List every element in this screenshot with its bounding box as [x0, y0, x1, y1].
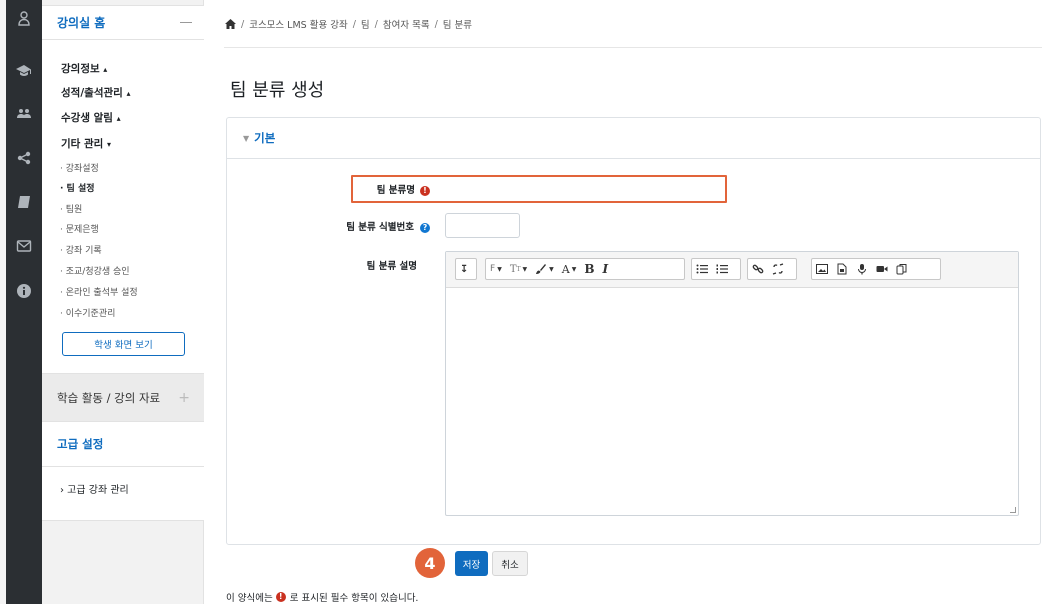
sidebar-item-course-settings[interactable]: · 강좌설정: [60, 161, 99, 174]
sidebar-item-team-settings[interactable]: · 팀 설정: [60, 181, 95, 194]
grouping-idnumber-label: 팀 분류 식별번호?: [280, 219, 430, 233]
media-file-icon[interactable]: [832, 259, 852, 279]
step-badge: 4: [415, 548, 445, 578]
breadcrumb-separator: /: [241, 18, 245, 30]
toolbar-toggle-icon[interactable]: ↧: [456, 259, 472, 279]
toolbar-group-style: F ▼ T T ▼ ▼ A ▼ B I: [485, 258, 685, 280]
menu-group-other[interactable]: 기타 관리 ▾: [61, 136, 111, 151]
toolbar-group-media: [811, 258, 941, 280]
unlink-icon[interactable]: [768, 259, 788, 279]
required-note-text-before: 이 양식에는: [226, 593, 273, 604]
fieldset-legend: 기본: [254, 131, 276, 145]
menu-group-notifications[interactable]: 수강생 알림 ▴: [61, 110, 121, 125]
mail-icon[interactable]: [12, 234, 36, 258]
collapse-icon[interactable]: [180, 22, 192, 23]
divider: [224, 47, 1042, 48]
fieldset-toggle[interactable]: ▼ 기본: [227, 118, 1040, 159]
menu-group-grades[interactable]: 성적/출석관리 ▴: [61, 85, 130, 100]
grouping-idnumber-label-text: 팀 분류 식별번호: [346, 222, 414, 233]
plus-icon[interactable]: +: [178, 390, 190, 406]
breadcrumb-team[interactable]: 팀: [361, 17, 370, 31]
home-icon[interactable]: [225, 19, 236, 29]
users-icon[interactable]: [12, 102, 36, 126]
required-fields-note: 이 양식에는 ! 로 표시된 필수 항목이 있습니다.: [226, 590, 418, 604]
icon-rail: [0, 0, 42, 604]
breadcrumb-groupings[interactable]: 팀 분류: [443, 17, 472, 31]
save-button[interactable]: 저장: [455, 551, 488, 576]
section-activities[interactable]: 학습 활동 / 강의 자료 +: [42, 374, 204, 422]
editor-toolbar: ↧ F ▼ T T ▼ ▼ A ▼ B I: [446, 252, 1018, 288]
breadcrumb: / 코스모스 LMS 활용 강좌 / 팀 / 참여자 목록 / 팀 분류: [225, 17, 472, 31]
italic-icon[interactable]: I: [598, 259, 612, 279]
sidebar-item-team-members[interactable]: · 팀원: [60, 202, 82, 215]
graduation-cap-icon[interactable]: [12, 58, 36, 82]
cancel-button[interactable]: 취소: [492, 551, 528, 576]
section-advanced-label[interactable]: 고급 설정: [57, 436, 103, 452]
sidebar-item-attendance-settings[interactable]: · 온라인 출석부 설정: [60, 285, 138, 298]
toolbar-group-lists: [691, 258, 741, 280]
rich-text-editor: ↧ F ▼ T T ▼ ▼ A ▼ B I: [445, 251, 1019, 516]
bullet-list-icon[interactable]: [692, 259, 712, 279]
share-icon[interactable]: [12, 146, 36, 170]
sidebar-header: 강의실 홈: [42, 5, 204, 40]
breadcrumb-separator: /: [434, 18, 438, 30]
required-icon: !: [275, 592, 286, 602]
required-note-text-after: 로 표시된 필수 항목이 있습니다.: [289, 593, 419, 604]
page-title: 팀 분류 생성: [230, 80, 325, 101]
breadcrumb-separator: /: [374, 18, 378, 30]
user-icon[interactable]: [12, 6, 36, 30]
font-family-icon[interactable]: F ▼: [486, 259, 506, 279]
grouping-idnumber-input[interactable]: [445, 213, 520, 238]
course-sidebar: 강의실 홈 강의정보 ▴ 성적/출석관리 ▴ 수강생 알림 ▴ 기타 관리 ▾ …: [42, 0, 204, 604]
breadcrumb-course[interactable]: 코스모스 LMS 활용 강좌: [249, 17, 348, 31]
copy-icon[interactable]: [892, 259, 912, 279]
sidebar-item-question-bank[interactable]: · 문제은행: [60, 222, 99, 235]
numbered-list-icon[interactable]: [712, 259, 732, 279]
image-icon[interactable]: [812, 259, 832, 279]
help-icon[interactable]: ?: [420, 222, 430, 233]
editor-content-area[interactable]: [446, 288, 1018, 515]
sidebar-item-approvals[interactable]: · 조교/청강생 승인: [60, 264, 130, 277]
video-camera-icon[interactable]: [872, 259, 892, 279]
sidebar-item-advanced-course[interactable]: › 고급 강좌 관리: [42, 467, 204, 521]
font-color-icon[interactable]: A ▼: [558, 259, 581, 279]
bold-icon[interactable]: B: [580, 259, 598, 279]
microphone-icon[interactable]: [852, 259, 872, 279]
collapse-triangle-icon: ▼: [243, 133, 250, 143]
course-home-link[interactable]: 강의실 홈: [57, 14, 180, 31]
grouping-description-label: 팀 분류 설명: [366, 261, 417, 272]
sidebar-item-course-logs[interactable]: · 강좌 기록: [60, 243, 102, 256]
sidebar-item-completion[interactable]: · 이수기준관리: [60, 306, 115, 319]
section-activities-label: 학습 활동 / 강의 자료: [57, 390, 161, 405]
breadcrumb-separator: /: [352, 18, 356, 30]
brush-icon[interactable]: ▼: [531, 259, 558, 279]
info-icon[interactable]: [12, 279, 36, 303]
section-advanced: 고급 설정: [42, 422, 204, 467]
breadcrumb-participants[interactable]: 참여자 목록: [383, 17, 430, 31]
font-size-icon[interactable]: T T ▼: [506, 259, 531, 279]
book-icon[interactable]: [12, 190, 36, 214]
toolbar-group-links: [747, 258, 797, 280]
link-icon[interactable]: [748, 259, 768, 279]
resize-handle[interactable]: [1010, 507, 1016, 513]
sidebar-menu: 강의정보 ▴ 성적/출석관리 ▴ 수강생 알림 ▴ 기타 관리 ▾ · 강좌설정…: [42, 40, 204, 374]
menu-group-course-info[interactable]: 강의정보 ▴: [61, 61, 107, 76]
student-view-button[interactable]: 학생 화면 보기: [62, 332, 185, 356]
grouping-name-input[interactable]: [445, 179, 724, 200]
toolbar-group-toggle: ↧: [455, 258, 477, 280]
